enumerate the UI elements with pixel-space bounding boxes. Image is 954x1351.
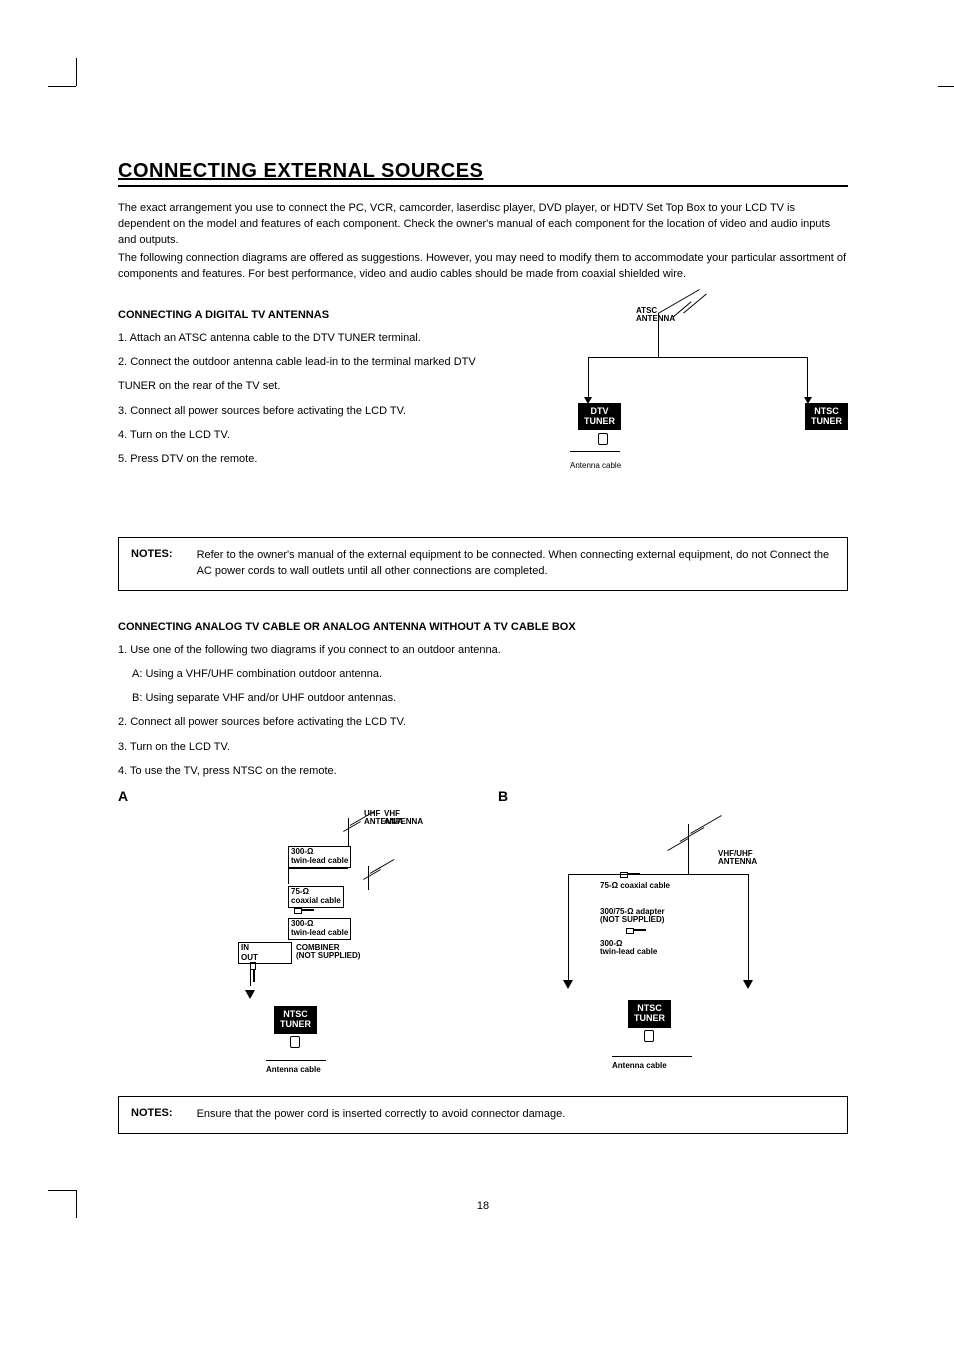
- label-dtv-tuner: DTV TUNER: [578, 403, 621, 431]
- analog-step-1b: B: Using separate VHF and/or UHF outdoor…: [118, 691, 848, 705]
- notes-box-2: NOTES: Ensure that the power cord is ins…: [118, 1096, 848, 1134]
- label-in: IN: [241, 944, 249, 952]
- diagram-b: VHF/UHF ANTENNA 75-Ω coaxial cable 300/7…: [508, 810, 818, 1090]
- step-1: 1. Attach an ATSC antenna cable to the D…: [118, 331, 528, 345]
- connector-icon: [250, 962, 258, 982]
- connector-icon: [620, 870, 640, 878]
- step-2: 2. Connect the outdoor antenna cable lea…: [118, 355, 528, 369]
- label-ntsc-tuner-b: NTSC TUNER: [628, 1000, 671, 1028]
- diagram-atsc: ATSC ANTENNA DTV TUNER NTSC TUNER Antenn…: [548, 307, 848, 487]
- label-ntsc-tuner-a: NTSC TUNER: [274, 1006, 317, 1034]
- intro-block: The exact arrangement you use to connect…: [118, 201, 848, 283]
- crop-mark: [48, 86, 76, 87]
- connector-icon: [626, 926, 646, 934]
- label-twin-lead-1: 300-Ω twin-lead cable: [288, 846, 351, 868]
- diagram-letter-a: A: [118, 788, 468, 804]
- label-combiner: COMBINER (NOT SUPPLIED): [296, 944, 360, 960]
- analog-step-3: 3. Turn on the LCD TV.: [118, 740, 848, 754]
- diagram-a: UHF ANTENNA VHF ANTENNA 300-Ω twin-lead …: [138, 810, 448, 1090]
- analog-step-1a: A: Using a VHF/UHF combination outdoor a…: [118, 667, 848, 681]
- label-ntsc-tuner: NTSC TUNER: [805, 403, 848, 431]
- intro-paragraph-1: The exact arrangement you use to connect…: [118, 201, 848, 249]
- crop-mark: [76, 58, 77, 86]
- label-vhfuhf-antenna: VHF/UHF ANTENNA: [718, 850, 757, 866]
- label-twin-b: 300-Ω twin-lead cable: [600, 940, 657, 956]
- crop-mark: [76, 1190, 77, 1218]
- label-twin-lead-2: 300-Ω twin-lead cable: [288, 918, 351, 940]
- label-coax-75: 75-Ω coaxial cable: [288, 886, 344, 908]
- label-antenna-cable-a: Antenna cable: [266, 1066, 321, 1074]
- label-coax-b: 75-Ω coaxial cable: [600, 882, 670, 890]
- step-4: 4. Turn on the LCD TV.: [118, 428, 528, 442]
- page-content: CONNECTING EXTERNAL SOURCES The exact ar…: [118, 160, 848, 1164]
- step-3: 3. Connect all power sources before acti…: [118, 404, 528, 418]
- label-antenna-cable: Antenna cable: [570, 461, 621, 470]
- analog-step-4: 4. To use the TV, press NTSC on the remo…: [118, 764, 848, 778]
- page-title: CONNECTING EXTERNAL SOURCES: [118, 160, 848, 187]
- diagrams-row: A UHF ANTENNA VHF ANTENNA 300-Ω twin-lea…: [118, 788, 848, 1090]
- notes-text-2: Ensure that the power cord is inserted c…: [197, 1107, 566, 1123]
- notes-box-1: NOTES: Refer to the owner's manual of th…: [118, 537, 848, 591]
- page-number: 18: [118, 1200, 848, 1212]
- label-antenna-cable-b: Antenna cable: [612, 1062, 667, 1070]
- antenna-jack-icon: [290, 1036, 300, 1048]
- label-adapter: 300/75-Ω adapter (NOT SUPPLIED): [600, 908, 665, 924]
- antenna-jack-icon: [598, 433, 608, 445]
- section-digital-antenna: CONNECTING A DIGITAL TV ANTENNAS 1. Atta…: [118, 303, 848, 487]
- connector-icon: [294, 906, 314, 914]
- step-5: 5. Press DTV on the remote.: [118, 452, 528, 466]
- crop-mark: [938, 86, 954, 87]
- step-2-cont: TUNER on the rear of the TV set.: [118, 379, 528, 393]
- label-vhf-antenna: VHF ANTENNA: [384, 810, 423, 826]
- diagram-letter-b: B: [498, 788, 848, 804]
- analog-step-1: 1. Use one of the following two diagrams…: [118, 643, 848, 657]
- notes-text: Refer to the owner's manual of the exter…: [197, 548, 835, 580]
- notes-label-2: NOTES:: [131, 1107, 173, 1123]
- intro-paragraph-2: The following connection diagrams are of…: [118, 251, 848, 283]
- crop-mark: [48, 1190, 76, 1191]
- notes-label: NOTES:: [131, 548, 173, 580]
- heading-analog-antenna: CONNECTING ANALOG TV CABLE OR ANALOG ANT…: [118, 621, 848, 633]
- label-atsc-antenna: ATSC ANTENNA: [636, 307, 675, 323]
- antenna-jack-icon: [644, 1030, 654, 1042]
- analog-step-2: 2. Connect all power sources before acti…: [118, 715, 848, 729]
- heading-digital-antenna: CONNECTING A DIGITAL TV ANTENNAS: [118, 309, 528, 321]
